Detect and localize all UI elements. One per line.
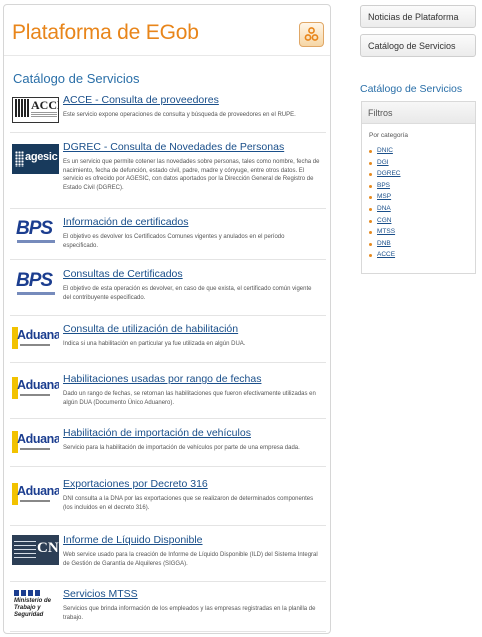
site-title: Plataforma de EGob — [12, 21, 199, 44]
service-description: Web service usado para la creación de In… — [63, 552, 318, 567]
category-item[interactable]: DNIC — [369, 147, 400, 159]
aduanas-logo-icon: Aduanas — [12, 428, 59, 458]
aduanas-logo-icon: Aduanas — [12, 374, 59, 404]
cgn-logo-icon: CN — [12, 535, 59, 565]
service-item: Aduanas Habilitaciones usadas por rango … — [10, 370, 326, 419]
service-item: BPS Consultas de Certificados El objetiv… — [10, 265, 326, 316]
service-item: Ministerio de Trabajo y Seguridad Social… — [10, 585, 326, 632]
service-item: agesic DGREC - Consulta de Novedades de … — [10, 138, 326, 209]
category-item[interactable]: DGREC — [369, 170, 400, 182]
service-description: Servicio para la habilitación de importa… — [63, 445, 300, 451]
logo-label: Aduanas — [17, 432, 59, 446]
category-item[interactable]: BPS — [369, 182, 400, 194]
logo-label: agesic — [25, 151, 58, 163]
mtss-logo-icon: Ministerio de Trabajo y Seguridad Social — [12, 589, 59, 619]
logo-label: ACCE — [31, 98, 59, 112]
logo-label: Aduanas — [17, 484, 59, 498]
service-item: Aduanas Habilitación de importación de v… — [10, 424, 326, 467]
category-list: DNIC DGI DGREC BPS MSP DNA CGN MTSS DNB … — [369, 147, 400, 263]
filters-panel: Filtros Por categoría DNIC DGI DGREC BPS… — [361, 101, 476, 274]
aduanas-logo-icon: Aduanas — [12, 324, 59, 354]
service-description: Es un servicio que permite cotener las n… — [63, 159, 320, 191]
logo-label: CN — [37, 540, 59, 556]
service-title-link[interactable]: DGREC - Consulta de Novedades de Persona… — [63, 141, 284, 153]
service-description: Dado un rango de fechas, se retornan las… — [63, 391, 316, 406]
egob-logo-icon[interactable] — [299, 22, 324, 47]
bps-logo-icon: BPS — [12, 218, 59, 248]
service-description: Servicios que brinda información de los … — [63, 606, 316, 621]
logo-label: BPS — [16, 218, 53, 239]
section-title: Catálogo de Servicios — [13, 71, 140, 86]
bps-logo-icon: BPS — [12, 270, 59, 300]
category-item[interactable]: DGI — [369, 159, 400, 171]
service-description: El objetivo de esta operación es devolve… — [63, 286, 312, 301]
service-description: Este servicio expone operaciones de cons… — [63, 112, 296, 118]
logo-label: Aduanas — [17, 378, 59, 392]
service-title-link[interactable]: Servicios MTSS — [63, 588, 138, 600]
category-item[interactable]: ACCE — [369, 251, 400, 263]
service-title-link[interactable]: Informe de Líquido Disponible — [63, 534, 203, 546]
main-panel: Plataforma de EGob Catálogo de Servicios… — [3, 4, 331, 634]
service-item: Aduanas Exportaciones por Decreto 316 DN… — [10, 475, 326, 526]
sidebar-title: Catálogo de Servicios — [360, 83, 463, 95]
catalog-button[interactable]: Catálogo de Servicios — [360, 34, 476, 57]
category-item[interactable]: DNB — [369, 240, 400, 252]
header: Plataforma de EGob — [4, 5, 330, 56]
service-item: Aduanas Consulta de utilización de habil… — [10, 320, 326, 363]
service-title-link[interactable]: Exportaciones por Decreto 316 — [63, 478, 208, 490]
service-title-link[interactable]: Habilitación de importación de vehículos — [63, 427, 251, 439]
service-description: El objetivo es devolver los Certificados… — [63, 234, 285, 249]
acce-logo-icon: ACCE — [12, 95, 59, 125]
category-item[interactable]: MSP — [369, 193, 400, 205]
service-title-link[interactable]: Habilitaciones usadas por rango de fecha… — [63, 373, 261, 385]
service-description: Indica si una habilitación en particular… — [63, 341, 246, 347]
news-button[interactable]: Noticias de Plataforma — [360, 5, 476, 28]
category-item[interactable]: CGN — [369, 217, 400, 229]
service-item: ACCE ACCE - Consulta de proveedores Este… — [10, 91, 326, 133]
service-title-link[interactable]: Información de certificados — [63, 216, 188, 228]
category-item[interactable]: MTSS — [369, 228, 400, 240]
service-description: DNI consulta a la DNA por las exportacio… — [63, 496, 314, 511]
service-title-link[interactable]: Consulta de utilización de habilitación — [63, 323, 238, 335]
logo-label: BPS — [16, 270, 53, 291]
category-item[interactable]: DNA — [369, 205, 400, 217]
agesic-logo-icon: agesic — [12, 144, 59, 174]
service-title-link[interactable]: Consultas de Certificados — [63, 268, 183, 280]
aduanas-logo-icon: Aduanas — [12, 480, 59, 510]
filters-subtitle: Por categoría — [369, 132, 409, 139]
service-item: BPS Información de certificados El objet… — [10, 213, 326, 260]
service-item: CN Informe de Líquido Disponible Web ser… — [10, 531, 326, 582]
service-title-link[interactable]: ACCE - Consulta de proveedores — [63, 94, 219, 106]
filters-header: Filtros — [362, 102, 475, 124]
logo-label: Aduanas — [17, 328, 59, 342]
logo-label: Ministerio de Trabajo y Seguridad Social — [14, 598, 52, 618]
